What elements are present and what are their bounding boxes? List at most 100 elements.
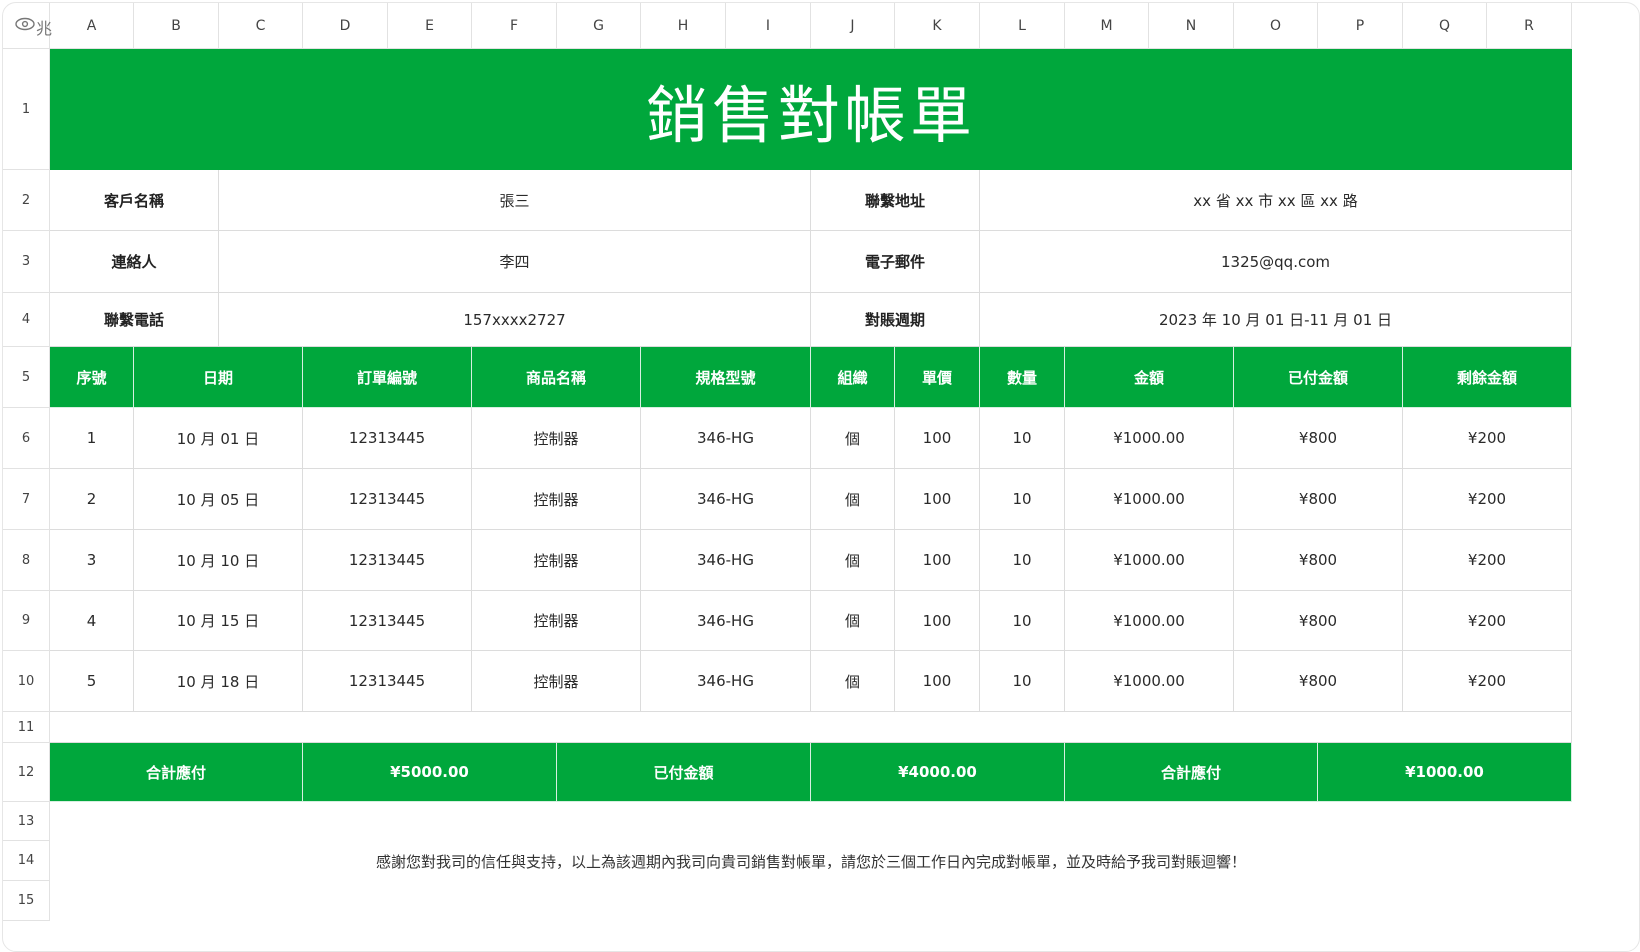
column-header-n[interactable]: N	[1149, 3, 1234, 49]
table-cell-product[interactable]: 控制器	[472, 591, 641, 651]
table-cell-remaining[interactable]: ¥200	[1403, 651, 1572, 712]
table-cell-amount[interactable]: ¥1000.00	[1065, 651, 1234, 712]
email-value[interactable]: 1325@qq.com	[980, 231, 1572, 293]
table-cell-qty[interactable]: 10	[980, 530, 1065, 591]
row-header-4[interactable]: 4	[3, 293, 50, 347]
row-header-8[interactable]: 8	[3, 530, 50, 591]
table-header-unit[interactable]: 組織	[811, 347, 895, 408]
table-cell-spec[interactable]: 346-HG	[641, 651, 811, 712]
table-header-qty[interactable]: 數量	[980, 347, 1065, 408]
row-header-13[interactable]: 13	[3, 802, 50, 841]
table-header-spec[interactable]: 規格型號	[641, 347, 811, 408]
table-header-remaining[interactable]: 剩餘金額	[1403, 347, 1572, 408]
column-header-r[interactable]: R	[1487, 3, 1572, 49]
phone-value[interactable]: 157xxxx2727	[219, 293, 811, 347]
table-cell-remaining[interactable]: ¥200	[1403, 530, 1572, 591]
phone-label[interactable]: 聯繫電話	[50, 293, 219, 347]
blank-row[interactable]	[50, 712, 1572, 743]
column-header-j[interactable]: J	[811, 3, 895, 49]
table-cell-price[interactable]: 100	[895, 651, 980, 712]
email-label[interactable]: 電子郵件	[811, 231, 980, 293]
table-cell-product[interactable]: 控制器	[472, 651, 641, 712]
table-cell-unit[interactable]: 個	[811, 530, 895, 591]
table-cell-unit[interactable]: 個	[811, 408, 895, 469]
column-header-a[interactable]: A	[50, 3, 134, 49]
column-header-b[interactable]: B	[134, 3, 219, 49]
row-header-6[interactable]: 6	[3, 408, 50, 469]
table-cell-paid[interactable]: ¥800	[1234, 408, 1403, 469]
table-cell-seq[interactable]: 4	[50, 591, 134, 651]
table-header-product[interactable]: 商品名稱	[472, 347, 641, 408]
table-cell-order-no[interactable]: 12313445	[303, 469, 472, 530]
table-header-order-no[interactable]: 訂單編號	[303, 347, 472, 408]
column-header-i[interactable]: I	[726, 3, 811, 49]
table-cell-order-no[interactable]: 12313445	[303, 408, 472, 469]
table-cell-amount[interactable]: ¥1000.00	[1065, 469, 1234, 530]
table-cell-seq[interactable]: 2	[50, 469, 134, 530]
table-cell-price[interactable]: 100	[895, 469, 980, 530]
table-cell-date[interactable]: 10 月 15 日	[134, 591, 303, 651]
table-cell-seq[interactable]: 3	[50, 530, 134, 591]
table-cell-paid[interactable]: ¥800	[1234, 530, 1403, 591]
column-header-g[interactable]: G	[557, 3, 641, 49]
column-header-o[interactable]: O	[1234, 3, 1318, 49]
table-cell-order-no[interactable]: 12313445	[303, 651, 472, 712]
total-due-label[interactable]: 合計應付	[50, 743, 303, 802]
table-cell-paid[interactable]: ¥800	[1234, 591, 1403, 651]
table-cell-qty[interactable]: 10	[980, 469, 1065, 530]
column-header-d[interactable]: D	[303, 3, 388, 49]
period-label[interactable]: 對賬週期	[811, 293, 980, 347]
eye-icon[interactable]	[15, 17, 35, 31]
table-header-price[interactable]: 單價	[895, 347, 980, 408]
address-label[interactable]: 聯繫地址	[811, 170, 980, 231]
table-cell-order-no[interactable]: 12313445	[303, 591, 472, 651]
table-cell-remaining[interactable]: ¥200	[1403, 469, 1572, 530]
row-header-12[interactable]: 12	[3, 743, 50, 802]
balance-value[interactable]: ¥1000.00	[1318, 743, 1572, 802]
table-header-amount[interactable]: 金額	[1065, 347, 1234, 408]
table-cell-date[interactable]: 10 月 05 日	[134, 469, 303, 530]
contact-value[interactable]: 李四	[219, 231, 811, 293]
table-cell-remaining[interactable]: ¥200	[1403, 408, 1572, 469]
contact-label[interactable]: 連絡人	[50, 231, 219, 293]
column-header-c[interactable]: C	[219, 3, 303, 49]
table-cell-price[interactable]: 100	[895, 408, 980, 469]
table-cell-spec[interactable]: 346-HG	[641, 530, 811, 591]
column-header-k[interactable]: K	[895, 3, 980, 49]
paid-total-value[interactable]: ¥4000.00	[811, 743, 1065, 802]
table-cell-date[interactable]: 10 月 10 日	[134, 530, 303, 591]
customer-value[interactable]: 張三	[219, 170, 811, 231]
table-cell-amount[interactable]: ¥1000.00	[1065, 408, 1234, 469]
footer-note[interactable]: 感謝您對我司的信任與支持，以上為該週期內我司向貴司銷售對帳單，請您於三個工作日內…	[50, 802, 1572, 921]
table-cell-remaining[interactable]: ¥200	[1403, 591, 1572, 651]
table-cell-seq[interactable]: 5	[50, 651, 134, 712]
table-cell-paid[interactable]: ¥800	[1234, 651, 1403, 712]
paid-total-label[interactable]: 已付金額	[557, 743, 811, 802]
column-header-e[interactable]: E	[388, 3, 472, 49]
table-cell-amount[interactable]: ¥1000.00	[1065, 530, 1234, 591]
table-cell-qty[interactable]: 10	[980, 591, 1065, 651]
column-header-h[interactable]: H	[641, 3, 726, 49]
table-cell-price[interactable]: 100	[895, 530, 980, 591]
table-cell-product[interactable]: 控制器	[472, 530, 641, 591]
row-header-9[interactable]: 9	[3, 591, 50, 651]
address-value[interactable]: xx 省 xx 市 xx 區 xx 路	[980, 170, 1572, 231]
balance-label[interactable]: 合計應付	[1065, 743, 1318, 802]
table-header-seq[interactable]: 序號	[50, 347, 134, 408]
table-cell-spec[interactable]: 346-HG	[641, 469, 811, 530]
table-cell-seq[interactable]: 1	[50, 408, 134, 469]
table-cell-date[interactable]: 10 月 01 日	[134, 408, 303, 469]
row-header-5[interactable]: 5	[3, 347, 50, 408]
customer-label[interactable]: 客戶名稱	[50, 170, 219, 231]
table-header-date[interactable]: 日期	[134, 347, 303, 408]
table-cell-order-no[interactable]: 12313445	[303, 530, 472, 591]
column-header-f[interactable]: F	[472, 3, 557, 49]
row-header-14[interactable]: 14	[3, 841, 50, 881]
table-cell-date[interactable]: 10 月 18 日	[134, 651, 303, 712]
column-header-m[interactable]: M	[1065, 3, 1149, 49]
table-cell-spec[interactable]: 346-HG	[641, 408, 811, 469]
table-cell-qty[interactable]: 10	[980, 408, 1065, 469]
table-cell-unit[interactable]: 個	[811, 591, 895, 651]
table-cell-spec[interactable]: 346-HG	[641, 591, 811, 651]
column-header-l[interactable]: L	[980, 3, 1065, 49]
